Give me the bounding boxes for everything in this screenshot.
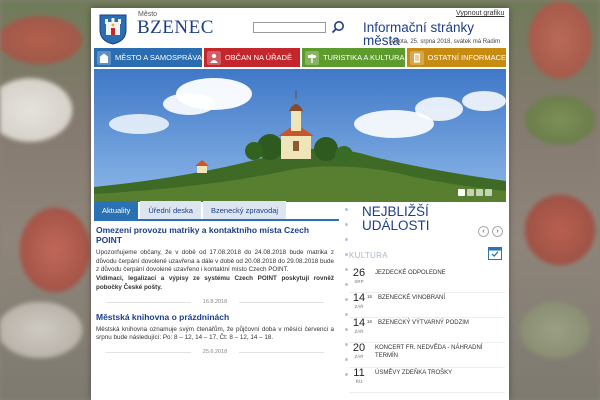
news-tabs: Aktuality Úřední deska Bzenecký zpravoda… bbox=[94, 201, 339, 221]
town-crest-icon[interactable] bbox=[96, 11, 130, 45]
tab-aktuality[interactable]: Aktuality bbox=[94, 201, 139, 219]
main-nav: MĚSTO A SAMOSPRÁVA OBČAN NA ÚŘADĚ TURIST… bbox=[94, 48, 506, 67]
nav-obcan[interactable]: OBČAN NA ÚŘADĚ bbox=[203, 48, 300, 67]
event-date: 14 ZÁŘ bbox=[349, 317, 369, 335]
event-month: ZÁŘ bbox=[354, 329, 364, 334]
event-item[interactable]: 20 ZÁŘ KONCERT FR. NEDVĚDA - NÁHRADNÍ TE… bbox=[349, 343, 505, 368]
news-list: Omezení provozu matriky a kontaktního mí… bbox=[96, 225, 334, 362]
event-date: 26 SRP bbox=[349, 267, 369, 285]
news-body: Upozorňujeme občany, že v době od 17.08.… bbox=[96, 249, 334, 274]
slider-dots bbox=[458, 189, 492, 196]
nav-label: MĚSTO A SAMOSPRÁVA bbox=[115, 53, 202, 62]
document-icon bbox=[409, 50, 424, 65]
nav-ostatni[interactable]: OSTATNÍ INFORMACE bbox=[406, 48, 506, 67]
header: Město BZENEC Vypnout grafiku Informační … bbox=[91, 8, 509, 47]
events-heading: NEJBLIŽŠÍ UDÁLOSTI bbox=[362, 204, 430, 233]
events-prev-button[interactable]: ‹ bbox=[478, 226, 489, 237]
event-title: ÚSMĚVY ZDEŇKA TROŠKY bbox=[375, 370, 453, 376]
slider-dot[interactable] bbox=[458, 189, 465, 196]
slider-dot[interactable] bbox=[467, 189, 474, 196]
nav-turistika[interactable]: TURISTIKA A KULTURA bbox=[301, 48, 405, 67]
nav-mesto[interactable]: MĚSTO A SAMOSPRÁVA bbox=[94, 48, 202, 67]
calendar-check-icon[interactable] bbox=[488, 247, 502, 260]
event-month: ZÁŘ bbox=[354, 354, 364, 359]
date-nameday: sobota, 25. srpna 2018, svátek má Radim bbox=[389, 39, 501, 45]
event-item[interactable]: 11 ŘÍJ ÚSMĚVY ZDEŇKA TROŠKY bbox=[349, 368, 505, 393]
news-date: 16.8.2018 bbox=[96, 299, 334, 305]
events-category: KULTURA bbox=[349, 251, 388, 260]
event-date: 11 ŘÍJ bbox=[349, 367, 369, 385]
hero-image-chapel bbox=[94, 69, 506, 202]
disable-graphics-link[interactable]: Vypnout grafiku bbox=[456, 10, 504, 17]
page-container: Město BZENEC Vypnout grafiku Informační … bbox=[91, 8, 509, 400]
event-day: 14 bbox=[352, 292, 366, 304]
event-date: 20 ZÁŘ bbox=[349, 342, 369, 360]
event-title: KONCERT FR. NEDVĚDA - NÁHRADNÍ TERMÍN bbox=[375, 345, 483, 359]
event-time: 16 bbox=[367, 294, 373, 299]
signpost-icon bbox=[304, 50, 319, 65]
event-day: 14 bbox=[352, 317, 366, 329]
tab-zpravodaj[interactable]: Bzenecký zpravodaj bbox=[202, 201, 287, 219]
search-icon[interactable] bbox=[331, 20, 345, 34]
event-day: 20 bbox=[352, 342, 366, 354]
event-date: 14 ZÁŘ bbox=[349, 292, 369, 310]
brand-name[interactable]: BZENEC bbox=[137, 17, 214, 39]
news-body-bold: Vidimaci, legalizaci a výpisy ze systému… bbox=[96, 275, 334, 291]
person-icon bbox=[206, 50, 221, 65]
event-title: JEZDECKÉ ODPOLEDNE bbox=[375, 270, 446, 276]
news-date: 25.6.2018 bbox=[96, 349, 334, 355]
news-title[interactable]: Městská knihovna o prázdninách bbox=[96, 312, 334, 322]
event-day: 26 bbox=[352, 267, 366, 279]
slider-dot[interactable] bbox=[485, 189, 492, 196]
event-day: 11 bbox=[353, 367, 365, 379]
event-month: ZÁŘ bbox=[354, 304, 364, 309]
tab-uredni-deska[interactable]: Úřední deska bbox=[140, 201, 201, 219]
event-item[interactable]: 26 SRP JEZDECKÉ ODPOLEDNE bbox=[349, 268, 505, 293]
news-title[interactable]: Omezení provozu matriky a kontaktního mí… bbox=[96, 225, 334, 245]
hero-slider[interactable] bbox=[94, 69, 506, 202]
event-item[interactable]: 14 ZÁŘ 16 BZENECKÉ VINOBRANÍ bbox=[349, 293, 505, 318]
building-icon bbox=[97, 50, 111, 65]
event-month: ŘÍJ bbox=[355, 379, 363, 384]
nav-label: TURISTIKA A KULTURA bbox=[322, 53, 405, 62]
event-title: BZENECKÝ VÝTVARNÝ PODZIM bbox=[378, 320, 469, 326]
slider-dot[interactable] bbox=[476, 189, 483, 196]
event-time: 16 bbox=[367, 319, 373, 324]
events-list: 26 SRP JEZDECKÉ ODPOLEDNE 14 ZÁŘ 16 BZEN… bbox=[349, 268, 505, 393]
search-input[interactable] bbox=[253, 22, 326, 33]
events-next-button[interactable]: › bbox=[492, 226, 503, 237]
event-month: SRP bbox=[354, 279, 364, 284]
event-title: BZENECKÉ VINOBRANÍ bbox=[378, 295, 446, 301]
news-body: Městská knihovna oznamuje svým čtenářům,… bbox=[96, 325, 334, 342]
nav-label: OBČAN NA ÚŘADĚ bbox=[224, 53, 292, 62]
nav-label: OSTATNÍ INFORMACE bbox=[427, 53, 506, 62]
event-item[interactable]: 14 ZÁŘ 16 BZENECKÝ VÝTVARNÝ PODZIM bbox=[349, 318, 505, 343]
